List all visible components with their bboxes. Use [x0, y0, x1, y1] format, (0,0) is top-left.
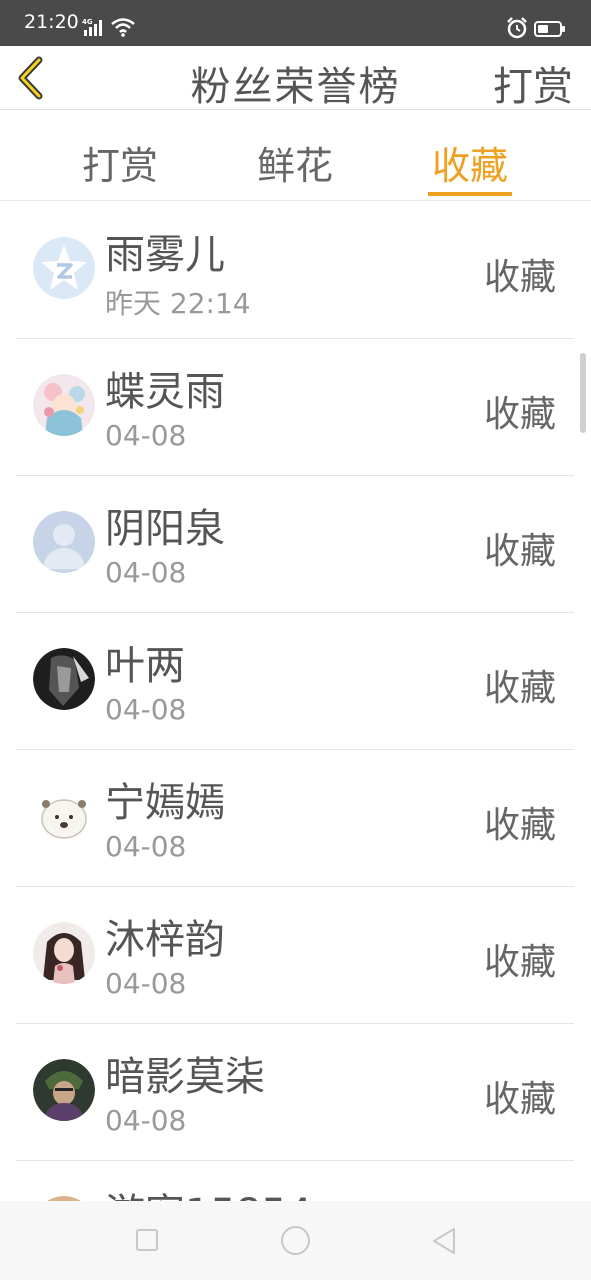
user-time: 04-08 [105, 419, 187, 452]
default-user-avatar [33, 511, 95, 573]
user-name: 蝶灵雨 [105, 369, 225, 415]
list-item[interactable]: 阴阳泉 04-08 收藏 [16, 476, 574, 613]
network-type-label: 4G [82, 18, 93, 26]
user-name: 暗影莫柒 [105, 1054, 265, 1100]
tab-reward[interactable]: 打赏 [50, 135, 190, 190]
scrollbar[interactable] [580, 353, 586, 433]
tab-collect[interactable]: 收藏 [400, 135, 540, 190]
collect-label: 收藏 [483, 1079, 556, 1120]
list-item[interactable]: 沐梓韵 04-08 收藏 [16, 887, 574, 1024]
user-time: 04-08 [105, 556, 187, 589]
collect-label: 收藏 [483, 531, 556, 572]
list-item[interactable]: 宁嫣嫣 04-08 收藏 [16, 750, 574, 887]
white-cat-avatar [33, 785, 95, 847]
user-time: 04-08 [105, 967, 187, 1000]
dark-portrait-avatar [33, 648, 95, 710]
signal-icon: 4G [82, 18, 102, 36]
warrior-avatar [33, 1059, 95, 1121]
alarm-icon [507, 17, 527, 39]
collect-label: 收藏 [483, 394, 556, 435]
fans-list: 雨雾儿 昨天 22:14 收藏 蝶灵雨 04-08 收藏 阴阳泉 04-08 收… [0, 202, 591, 1280]
list-item[interactable]: 叶两 04-08 收藏 [16, 613, 574, 750]
recent-apps-icon[interactable] [136, 1229, 158, 1251]
tab-bar: 打赏 鲜花 收藏 [0, 111, 591, 201]
user-time: 04-08 [105, 693, 187, 726]
back-triangle-icon[interactable] [430, 1225, 458, 1257]
user-time: 04-08 [105, 830, 187, 863]
active-tab-indicator [428, 192, 512, 196]
wifi-icon [111, 18, 135, 37]
list-item[interactable]: 蝶灵雨 04-08 收藏 [16, 339, 574, 476]
status-time: 21:20 [24, 11, 79, 33]
app-header: 粉丝荣誉榜 打赏 [0, 46, 591, 110]
list-item[interactable]: 暗影莫柒 04-08 收藏 [16, 1024, 574, 1161]
collect-label: 收藏 [483, 805, 556, 846]
user-time: 昨天 22:14 [105, 287, 251, 320]
tab-flowers[interactable]: 鲜花 [225, 135, 365, 190]
user-name: 阴阳泉 [105, 506, 225, 552]
qq-star-avatar [33, 237, 95, 299]
user-name: 叶两 [105, 643, 185, 689]
user-name: 沐梓韵 [105, 917, 225, 963]
collect-label: 收藏 [483, 668, 556, 709]
list-item[interactable]: 雨雾儿 昨天 22:14 收藏 [16, 202, 574, 339]
collect-label: 收藏 [483, 942, 556, 983]
user-name: 雨雾儿 [105, 232, 225, 278]
home-icon[interactable] [281, 1226, 310, 1255]
long-hair-girl-avatar [33, 922, 95, 984]
reward-button[interactable]: 打赏 [493, 54, 573, 112]
system-nav-bar [0, 1201, 591, 1280]
collect-label: 收藏 [483, 257, 556, 298]
anime-girl-avatar [33, 374, 95, 436]
user-time: 04-08 [105, 1104, 187, 1137]
battery-icon [534, 21, 565, 37]
user-name: 宁嫣嫣 [105, 780, 225, 826]
status-bar: 21:20 4G [0, 0, 591, 46]
